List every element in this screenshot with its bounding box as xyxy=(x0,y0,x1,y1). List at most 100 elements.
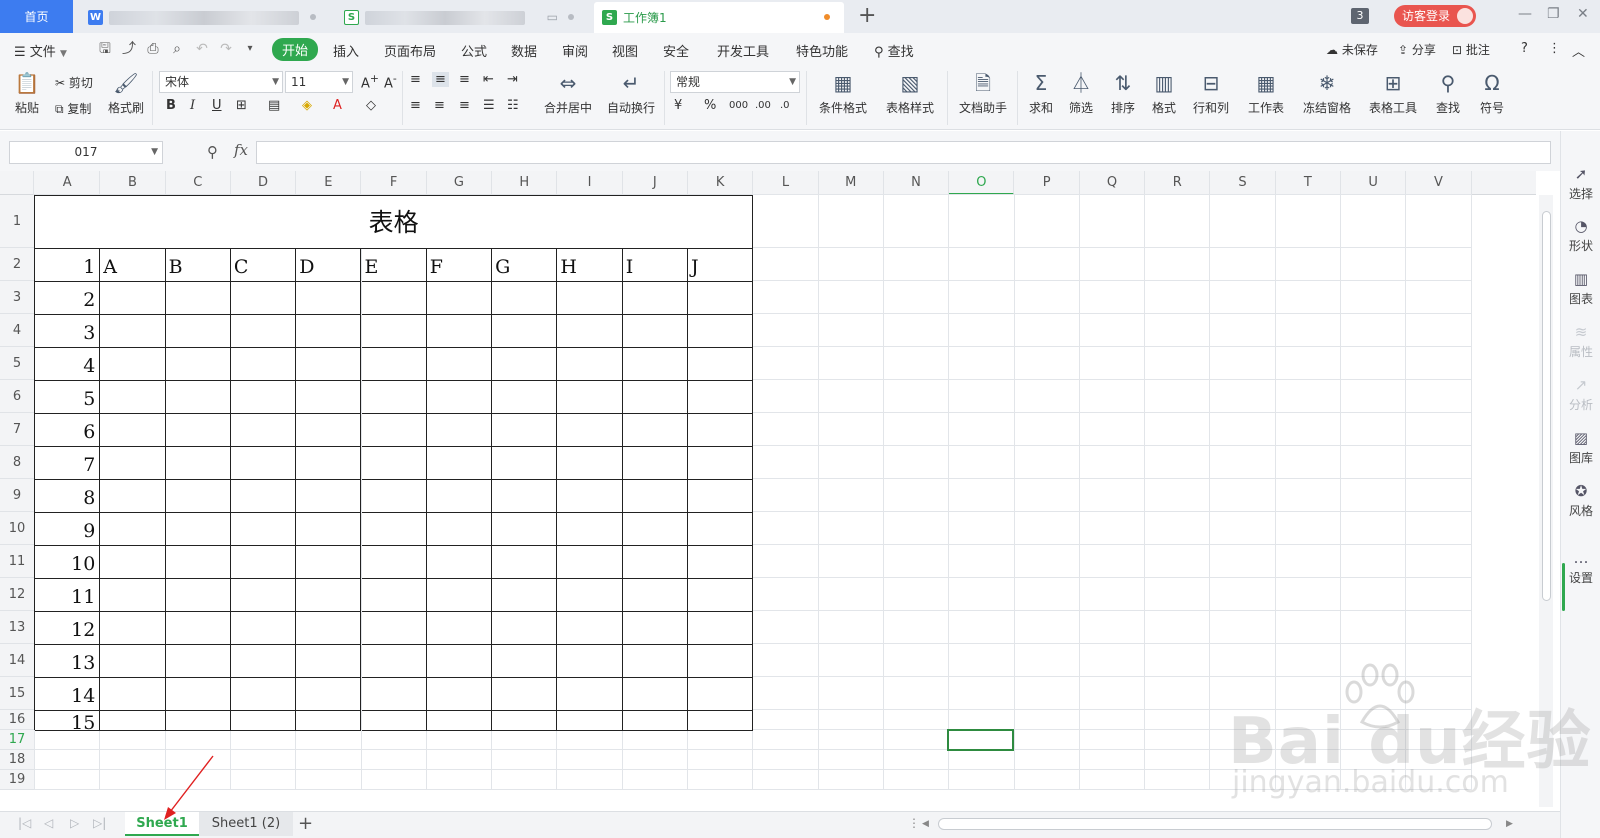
table-row-number[interactable]: 6 xyxy=(35,414,101,447)
table-title-cell[interactable]: 表格 xyxy=(35,196,754,249)
save-icon[interactable]: 🖫 xyxy=(97,41,113,57)
table-cell[interactable] xyxy=(622,348,688,381)
row-header-8[interactable]: 8 xyxy=(0,446,34,479)
column-header-q[interactable]: Q xyxy=(1080,171,1146,195)
table-cell[interactable] xyxy=(230,381,297,414)
table-cell[interactable] xyxy=(100,414,166,447)
column-header-t[interactable]: T xyxy=(1276,171,1341,195)
row-header-11[interactable]: 11 xyxy=(0,545,34,578)
table-cell[interactable] xyxy=(492,546,558,579)
table-cell[interactable] xyxy=(165,711,231,731)
table-cell[interactable] xyxy=(688,348,754,381)
column-header-k[interactable]: K xyxy=(688,171,754,195)
table-cell[interactable] xyxy=(361,282,427,315)
table-cell[interactable] xyxy=(557,711,623,731)
customize-icon[interactable]: ▾ xyxy=(242,41,258,57)
new-tab-button[interactable]: + xyxy=(858,3,876,29)
side-chart[interactable]: ▥ 图表 xyxy=(1561,270,1600,307)
table-cell[interactable] xyxy=(426,480,493,513)
table-cell[interactable] xyxy=(492,414,558,447)
side-settings[interactable]: … 设置 xyxy=(1561,549,1600,586)
collapse-ribbon-icon[interactable]: ︿ xyxy=(1572,41,1585,60)
number-format-select[interactable]: 常规 ▼ xyxy=(670,71,800,93)
row-header-3[interactable]: 3 xyxy=(0,281,34,314)
table-cell[interactable] xyxy=(426,381,493,414)
table-cell[interactable] xyxy=(492,381,558,414)
border-icon[interactable]: ⊞ xyxy=(236,98,247,113)
table-cell[interactable] xyxy=(492,645,558,678)
table-cell[interactable] xyxy=(557,645,623,678)
table-cell[interactable] xyxy=(230,348,297,381)
add-sheet-button[interactable]: + xyxy=(298,813,313,834)
table-cell[interactable] xyxy=(361,645,427,678)
thousands-icon[interactable]: 000 xyxy=(729,100,748,111)
table-cell[interactable] xyxy=(622,381,688,414)
tab-features[interactable]: 特色功能 xyxy=(796,41,848,60)
table-cell[interactable] xyxy=(557,579,623,612)
table-cell[interactable] xyxy=(426,711,493,731)
close-icon[interactable]: ✕ xyxy=(1577,6,1589,22)
table-cell[interactable] xyxy=(492,315,558,348)
table-cell[interactable] xyxy=(492,480,558,513)
row-header-13[interactable]: 13 xyxy=(0,611,34,644)
table-cell[interactable] xyxy=(426,348,493,381)
table-cell[interactable] xyxy=(492,711,558,731)
paste-button[interactable]: 📋 粘贴 xyxy=(10,71,44,116)
tab-data[interactable]: 数据 xyxy=(511,41,537,60)
table-cell[interactable] xyxy=(622,315,688,348)
table-cell[interactable] xyxy=(165,579,231,612)
table-row-number[interactable]: 11 xyxy=(35,579,101,612)
table-cell[interactable] xyxy=(426,513,493,546)
fx-icon[interactable]: fx xyxy=(234,141,248,159)
table-cell[interactable] xyxy=(296,381,362,414)
row-header-16[interactable]: 16 xyxy=(0,710,34,730)
table-cell[interactable] xyxy=(361,381,427,414)
minimize-icon[interactable]: — xyxy=(1518,6,1532,22)
table-cell[interactable] xyxy=(622,612,688,645)
font-size-select[interactable]: 11 ▼ xyxy=(285,71,353,93)
tab-start[interactable]: 开始 xyxy=(272,38,319,61)
print-icon[interactable]: ⎙ xyxy=(145,41,161,57)
table-cell[interactable] xyxy=(557,480,623,513)
bold-icon[interactable]: B xyxy=(166,98,176,113)
side-shape[interactable]: ◔ 形状 xyxy=(1561,217,1600,254)
tab-insert[interactable]: 插入 xyxy=(333,41,359,60)
unsaved-button[interactable]: ☁ 未保存 xyxy=(1326,41,1378,58)
table-cell[interactable] xyxy=(622,414,688,447)
table-row-number[interactable]: 9 xyxy=(35,513,101,546)
format-painter-button[interactable]: 🖌 格式刷 xyxy=(106,71,146,116)
wrap-text-button[interactable]: ↵ 自动换行 xyxy=(603,71,659,116)
side-properties[interactable]: ≋ 属性 xyxy=(1561,323,1600,360)
align-top-icon[interactable]: ≡ xyxy=(410,72,421,87)
help-icon[interactable]: ? xyxy=(1521,41,1528,56)
table-header-cell[interactable]: A xyxy=(100,249,166,282)
side-select[interactable]: ➚ 选择 xyxy=(1561,165,1600,202)
zoom-icon[interactable]: ⚲ xyxy=(207,143,218,161)
table-cell[interactable] xyxy=(557,315,623,348)
table-cell[interactable] xyxy=(688,447,754,480)
table-row-number[interactable]: 2 xyxy=(35,282,101,315)
table-cell[interactable] xyxy=(100,678,166,711)
justify-icon[interactable]: ☰ xyxy=(483,98,495,113)
side-gallery[interactable]: ▨ 图库 xyxy=(1561,429,1600,466)
table-header-cell[interactable]: E xyxy=(361,249,427,282)
column-header-e[interactable]: E xyxy=(296,171,362,195)
column-header-f[interactable]: F xyxy=(362,171,427,195)
table-cell[interactable] xyxy=(361,348,427,381)
table-cell[interactable] xyxy=(296,612,362,645)
first-sheet-icon[interactable]: |◁ xyxy=(18,816,31,830)
row-header-1[interactable]: 1 xyxy=(0,195,34,248)
share-button[interactable]: ⇪ 分享 xyxy=(1398,41,1436,58)
table-cell[interactable] xyxy=(296,678,362,711)
table-row-number[interactable]: 7 xyxy=(35,447,101,480)
increase-font-icon[interactable]: A+ xyxy=(361,72,379,91)
table-cell[interactable] xyxy=(688,711,754,731)
table-cell[interactable] xyxy=(296,348,362,381)
table-cell[interactable] xyxy=(622,579,688,612)
table-cell[interactable] xyxy=(688,678,754,711)
table-cell[interactable] xyxy=(622,447,688,480)
table-cell[interactable] xyxy=(361,315,427,348)
table-cell[interactable] xyxy=(296,447,362,480)
redo-icon[interactable]: ↷ xyxy=(218,41,234,57)
column-header-o[interactable]: O xyxy=(949,171,1015,195)
